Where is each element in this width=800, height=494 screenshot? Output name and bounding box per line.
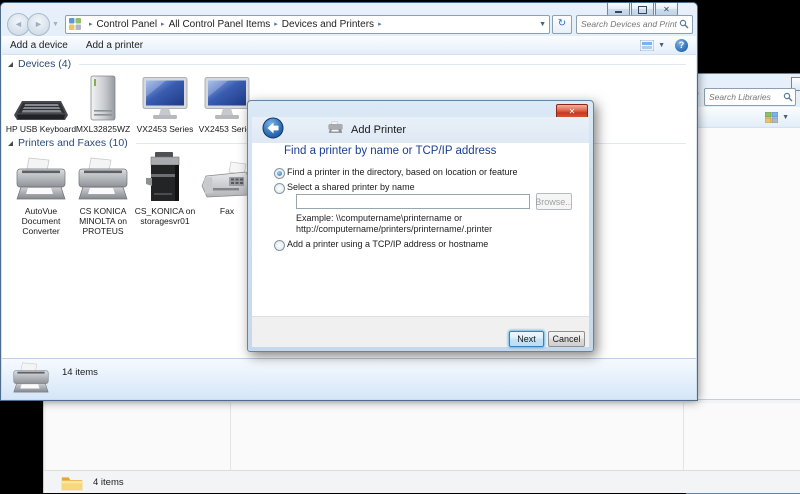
add-device-button[interactable]: Add a device bbox=[10, 40, 68, 51]
printer-label: AutoVue Document Converter bbox=[10, 206, 72, 236]
search-box[interactable] bbox=[576, 15, 693, 34]
breadcrumb-control-panel[interactable]: Control Panel bbox=[96, 19, 157, 30]
device-label: MXL32825WZ bbox=[76, 124, 130, 134]
recent-pages-chevron-icon[interactable]: ▼ bbox=[52, 21, 59, 28]
cancel-button[interactable]: Cancel bbox=[548, 331, 585, 347]
views-icon[interactable] bbox=[765, 112, 778, 123]
radio-shared-printer-label[interactable]: Select a shared printer by name bbox=[287, 182, 415, 192]
next-button[interactable]: Next bbox=[509, 331, 544, 347]
radio-find-directory[interactable] bbox=[274, 168, 285, 179]
control-panel-icon bbox=[69, 18, 81, 30]
example-line-2: http://computername/printers/printername… bbox=[296, 224, 492, 235]
monitor-icon bbox=[142, 75, 188, 121]
device-label: VX2453 Series bbox=[137, 124, 194, 134]
shared-printer-name-input[interactable] bbox=[296, 194, 530, 209]
monitor-icon bbox=[204, 75, 250, 121]
dialog-heading: Find a printer by name or TCP/IP address bbox=[284, 145, 496, 157]
fax-icon bbox=[201, 151, 253, 203]
section-title: Printers and Faxes (10) bbox=[18, 137, 128, 149]
address-bar[interactable]: ▸ Control Panel ▸ All Control Panel Item… bbox=[65, 15, 550, 34]
statusbar: 14 items bbox=[2, 358, 696, 399]
items-count: 4 items bbox=[93, 477, 124, 488]
browse-button[interactable]: Browse... bbox=[536, 193, 572, 210]
breadcrumb-devices-and-printers[interactable]: Devices and Printers bbox=[282, 19, 374, 30]
device-item-pc[interactable]: MXL32825WZ bbox=[72, 75, 134, 134]
section-title: Devices (4) bbox=[18, 58, 71, 70]
devices-section-header[interactable]: Devices (4) bbox=[8, 58, 686, 70]
example-line-1: Example: \\computername\printername or bbox=[296, 213, 462, 224]
radio-shared-printer[interactable] bbox=[274, 183, 285, 194]
section-divider bbox=[79, 64, 686, 65]
printer-icon bbox=[12, 362, 50, 395]
folder-window-content bbox=[46, 403, 800, 471]
device-item-monitor-1[interactable]: VX2453 Series bbox=[134, 75, 196, 134]
dialog-title: Add Printer bbox=[351, 124, 406, 136]
libraries-search-input[interactable] bbox=[705, 92, 783, 102]
collapse-triangle-icon[interactable] bbox=[8, 62, 13, 67]
command-bar: Add a device Add a printer ▼ ? bbox=[2, 36, 696, 55]
breadcrumb-arrow-icon[interactable]: ▸ bbox=[161, 20, 165, 28]
search-input[interactable] bbox=[577, 19, 679, 29]
search-icon bbox=[783, 92, 793, 102]
add-printer-dialog: ✕ Add Printer Find a printer by name or … bbox=[247, 100, 594, 352]
items-count: 14 items bbox=[62, 367, 98, 378]
printer-label: CS_KONICA on storagesvr01 bbox=[134, 206, 196, 226]
printer-label: Fax bbox=[220, 206, 234, 216]
breadcrumb-all-control-panel-items[interactable]: All Control Panel Items bbox=[169, 19, 271, 30]
printer-item-cs-konica[interactable]: CS_KONICA on storagesvr01 bbox=[134, 151, 196, 236]
chevron-down-icon[interactable]: ▼ bbox=[782, 114, 789, 121]
breadcrumb-arrow-icon: ▸ bbox=[89, 20, 93, 28]
help-icon[interactable]: ? bbox=[675, 39, 688, 52]
back-button[interactable] bbox=[262, 117, 284, 144]
printer-icon bbox=[77, 151, 129, 203]
forward-button[interactable]: ► bbox=[27, 13, 50, 36]
add-printer-icon bbox=[328, 121, 343, 139]
pane-divider bbox=[230, 403, 231, 471]
libraries-search-box[interactable] bbox=[704, 88, 796, 106]
breadcrumb-arrow-icon[interactable]: ▸ bbox=[378, 20, 382, 28]
device-item-hp-usb-keyboard[interactable]: HP USB Keyboard bbox=[10, 75, 72, 134]
address-dropdown-icon[interactable]: ▼ bbox=[539, 21, 546, 28]
search-icon bbox=[679, 19, 689, 29]
breadcrumb-arrow-icon[interactable]: ▸ bbox=[274, 20, 278, 28]
collapse-triangle-icon[interactable] bbox=[8, 141, 13, 146]
keyboard-icon bbox=[13, 75, 69, 121]
add-printer-toolbar-button[interactable]: Add a printer bbox=[86, 40, 143, 51]
folder-window-statusbar: 4 items bbox=[44, 470, 800, 493]
printer-label: CS KONICA MINOLTA on PROTEUS bbox=[72, 206, 134, 236]
printer-icon bbox=[15, 151, 67, 203]
printers-list: AutoVue Document Converter CS KONICA MIN… bbox=[10, 151, 258, 236]
dialog-header: Add Printer bbox=[252, 117, 589, 143]
device-label: HP USB Keyboard bbox=[6, 124, 76, 134]
radio-tcpip[interactable] bbox=[274, 240, 285, 251]
pc-tower-icon bbox=[90, 75, 116, 121]
navigation-bar: ◄ ► ▼ ▸ Control Panel ▸ All Control Pane… bbox=[5, 14, 693, 34]
pane-divider bbox=[683, 403, 684, 471]
views-icon[interactable] bbox=[640, 40, 654, 51]
refresh-button[interactable]: ↻ bbox=[552, 15, 572, 34]
devices-list: HP USB Keyboard MXL32825WZ bbox=[10, 75, 258, 134]
folder-window: 4 items bbox=[43, 399, 800, 493]
folder-icon bbox=[60, 474, 84, 491]
desktop: { "colors": { "aero_glass": "#d7e6f5", "… bbox=[0, 0, 800, 492]
printer-item-autovue[interactable]: AutoVue Document Converter bbox=[10, 151, 72, 236]
printer-item-cs-konica-minolta[interactable]: CS KONICA MINOLTA on PROTEUS bbox=[72, 151, 134, 236]
radio-find-directory-label[interactable]: Find a printer in the directory, based o… bbox=[287, 167, 517, 177]
libraries-toolbar: ▼ bbox=[688, 107, 800, 128]
views-chevron-icon[interactable]: ▼ bbox=[658, 42, 665, 49]
radio-tcpip-label[interactable]: Add a printer using a TCP/IP address or … bbox=[287, 239, 488, 249]
copier-icon bbox=[145, 151, 185, 203]
